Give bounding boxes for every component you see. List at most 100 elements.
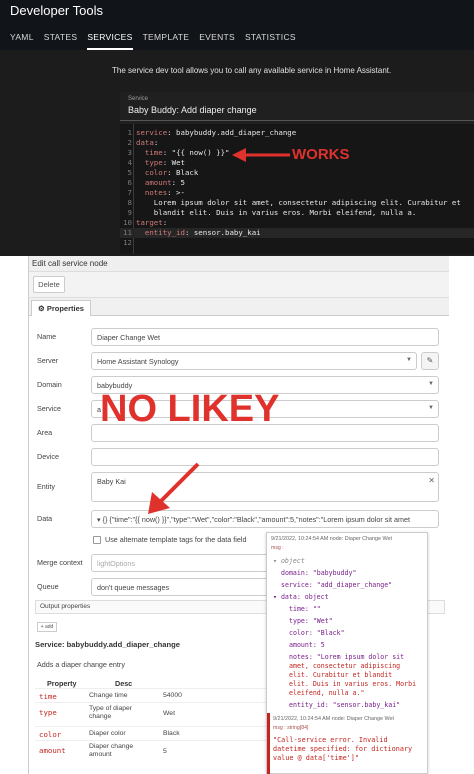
service-card: Service Baby Buddy: Add diaper change 1s… bbox=[120, 92, 474, 254]
tab-properties-label: Properties bbox=[46, 304, 84, 313]
prop-name: time bbox=[39, 692, 57, 701]
debug-line-text: type: "Wet" bbox=[289, 617, 333, 625]
debug-line: entity_id: "sensor.baby_kai" bbox=[289, 701, 400, 709]
service-field-underline bbox=[120, 120, 474, 121]
debug-line-text: time: "" bbox=[289, 605, 321, 613]
prop-value: 54000 bbox=[163, 692, 182, 699]
device-label: Device bbox=[37, 452, 59, 461]
code-line: 6 amount: 5 bbox=[127, 178, 185, 187]
server-label: Server bbox=[37, 356, 59, 365]
ha-developer-tools: Developer Tools YAML STATES SERVICES TEM… bbox=[0, 0, 474, 256]
name-field[interactable]: Diaper Change Wet bbox=[91, 328, 439, 346]
service-label: Service bbox=[37, 404, 61, 413]
code-line: 7 notes: >- bbox=[127, 188, 185, 197]
pencil-icon: ✎ bbox=[426, 356, 434, 365]
json-type-icon: {} bbox=[102, 515, 108, 524]
debug-line-text: ▾ data: object bbox=[273, 593, 329, 601]
delete-button[interactable]: Delete bbox=[33, 276, 65, 293]
debug-msg-type: msg : string[84] bbox=[273, 725, 309, 731]
data-label: Data bbox=[37, 514, 53, 523]
debug-line-text: color: "Black" bbox=[289, 629, 345, 637]
chevron-down-icon: ▼ bbox=[406, 357, 412, 363]
prop-name: amount bbox=[39, 746, 66, 755]
debug-msg-meta: 9/21/2022, 10:24:54 AM node: Diaper Chan… bbox=[271, 536, 392, 542]
server-select-value: Home Assistant Synology bbox=[97, 357, 179, 366]
dialog-toolbar: Delete bbox=[29, 272, 449, 298]
error-indicator bbox=[267, 713, 270, 774]
close-icon[interactable]: ✕ bbox=[428, 476, 435, 485]
name-label: Name bbox=[37, 332, 57, 341]
code-line: 1 service: babybuddy.add_diaper_change bbox=[127, 128, 297, 137]
queue-select[interactable]: don't queue messages bbox=[91, 578, 291, 596]
debug-popover: 9/21/2022, 10:24:54 AM node: Diaper Chan… bbox=[266, 532, 428, 774]
code-line: 10 target: bbox=[123, 218, 168, 227]
debug-line-text: service: "add_diaper_change" bbox=[281, 581, 393, 589]
works-annotation: WORKS bbox=[292, 146, 350, 163]
tab-events[interactable]: EVENTS bbox=[199, 24, 235, 50]
debug-msg-type: msg : bbox=[271, 545, 284, 551]
chevron-down-icon: ▼ bbox=[428, 405, 434, 411]
prop-name: color bbox=[39, 730, 62, 739]
add-output-button[interactable]: + add bbox=[37, 622, 57, 632]
alt-tags-checkbox[interactable] bbox=[93, 536, 101, 544]
screenshot-root: Developer Tools YAML STATES SERVICES TEM… bbox=[0, 0, 474, 774]
service-field[interactable]: Baby Buddy: Add diaper change bbox=[128, 105, 257, 115]
debug-line: service: "add_diaper_change" bbox=[281, 581, 392, 589]
debug-line-text: notes: "Lorem ipsum dolor sit bbox=[289, 653, 405, 661]
yaml-editor[interactable]: 1 service: babybuddy.add_diaper_change 2d… bbox=[120, 124, 474, 254]
merge-context-field[interactable]: lightOptions bbox=[91, 554, 291, 572]
merge-context-label: Merge context bbox=[37, 558, 83, 567]
tab-properties[interactable]: ⚙ Properties bbox=[31, 300, 91, 316]
domain-label: Domain bbox=[37, 380, 62, 389]
debug-object-toggle[interactable]: ▾ object bbox=[273, 557, 305, 565]
server-select[interactable]: Home Assistant Synology ▼ bbox=[91, 352, 417, 370]
edit-server-button[interactable]: ✎ bbox=[421, 352, 439, 370]
code-line: 8 Lorem ipsum dolor sit amet, consectetu… bbox=[127, 198, 461, 207]
debug-line-text: entity_id: "sensor.baby_kai" bbox=[289, 701, 401, 709]
tab-yaml[interactable]: YAML bbox=[10, 24, 34, 50]
debug-line: eleifend, nulla a." bbox=[289, 689, 365, 697]
tab-statistics[interactable]: STATISTICS bbox=[245, 24, 296, 50]
tab-bar: YAML STATES SERVICES TEMPLATE EVENTS STA… bbox=[0, 24, 474, 50]
tab-template[interactable]: TEMPLATE bbox=[143, 24, 190, 50]
debug-line: time: "" bbox=[289, 605, 321, 613]
prop-value: 5 bbox=[163, 748, 167, 755]
gear-icon: ⚙ bbox=[38, 304, 45, 313]
debug-line[interactable]: ▾ data: object bbox=[273, 593, 329, 601]
service-description: Adds a diaper change entry bbox=[37, 660, 125, 669]
prop-desc: Type of diaper change bbox=[89, 705, 133, 720]
works-arrow-icon bbox=[232, 148, 290, 162]
debug-line: color: "Black" bbox=[289, 629, 345, 637]
debug-line-text: amount: 5 bbox=[289, 641, 325, 649]
prop-value: Wet bbox=[163, 710, 175, 717]
prop-name: type bbox=[39, 708, 57, 717]
table-header-desc: Desc bbox=[115, 679, 133, 688]
code-line: 5 color: Black bbox=[127, 168, 199, 177]
debug-line: domain: "babybuddy" bbox=[281, 569, 356, 577]
prop-desc: Diaper change amount bbox=[89, 743, 134, 758]
tab-services[interactable]: SERVICES bbox=[87, 24, 133, 50]
page-title: Developer Tools bbox=[0, 0, 474, 24]
debug-line-text: domain: "babybuddy" bbox=[281, 569, 357, 577]
entity-label: Entity bbox=[37, 482, 55, 491]
alt-tags-label: Use alternate template tags for the data… bbox=[105, 535, 247, 544]
service-field-label: Service bbox=[128, 96, 149, 102]
service-heading: Service: babybuddy.add_diaper_change bbox=[35, 640, 181, 649]
debug-line: amet, consectetur adipiscing bbox=[289, 662, 401, 670]
error-message: "Call-service error. Invalid datetime sp… bbox=[273, 736, 413, 762]
code-line: 9 blandit elit. Duis in varius eros. Mor… bbox=[127, 208, 417, 217]
nolikey-annotation: NO LIKEY bbox=[100, 388, 280, 430]
prop-desc: Change time bbox=[89, 692, 128, 699]
tab-states[interactable]: STATES bbox=[44, 24, 78, 50]
nolikey-arrow-icon bbox=[148, 462, 200, 514]
dialog-title: Edit call service node bbox=[29, 256, 449, 272]
code-line: 11 entity_id: sensor.baby_kai bbox=[120, 228, 474, 238]
code-line: 12 bbox=[123, 238, 132, 247]
entity-chip: Baby Kai bbox=[97, 477, 126, 486]
debug-line: notes: "Lorem ipsum dolor sit bbox=[289, 653, 404, 661]
area-label: Area bbox=[37, 428, 53, 437]
debug-line: type: "Wet" bbox=[289, 617, 333, 625]
data-field-value: {"time":"{{ now() }}","type":"Wet","colo… bbox=[109, 515, 410, 524]
debug-line: elit. Curabitur et blandit bbox=[289, 671, 393, 679]
queue-label: Queue bbox=[37, 582, 59, 591]
